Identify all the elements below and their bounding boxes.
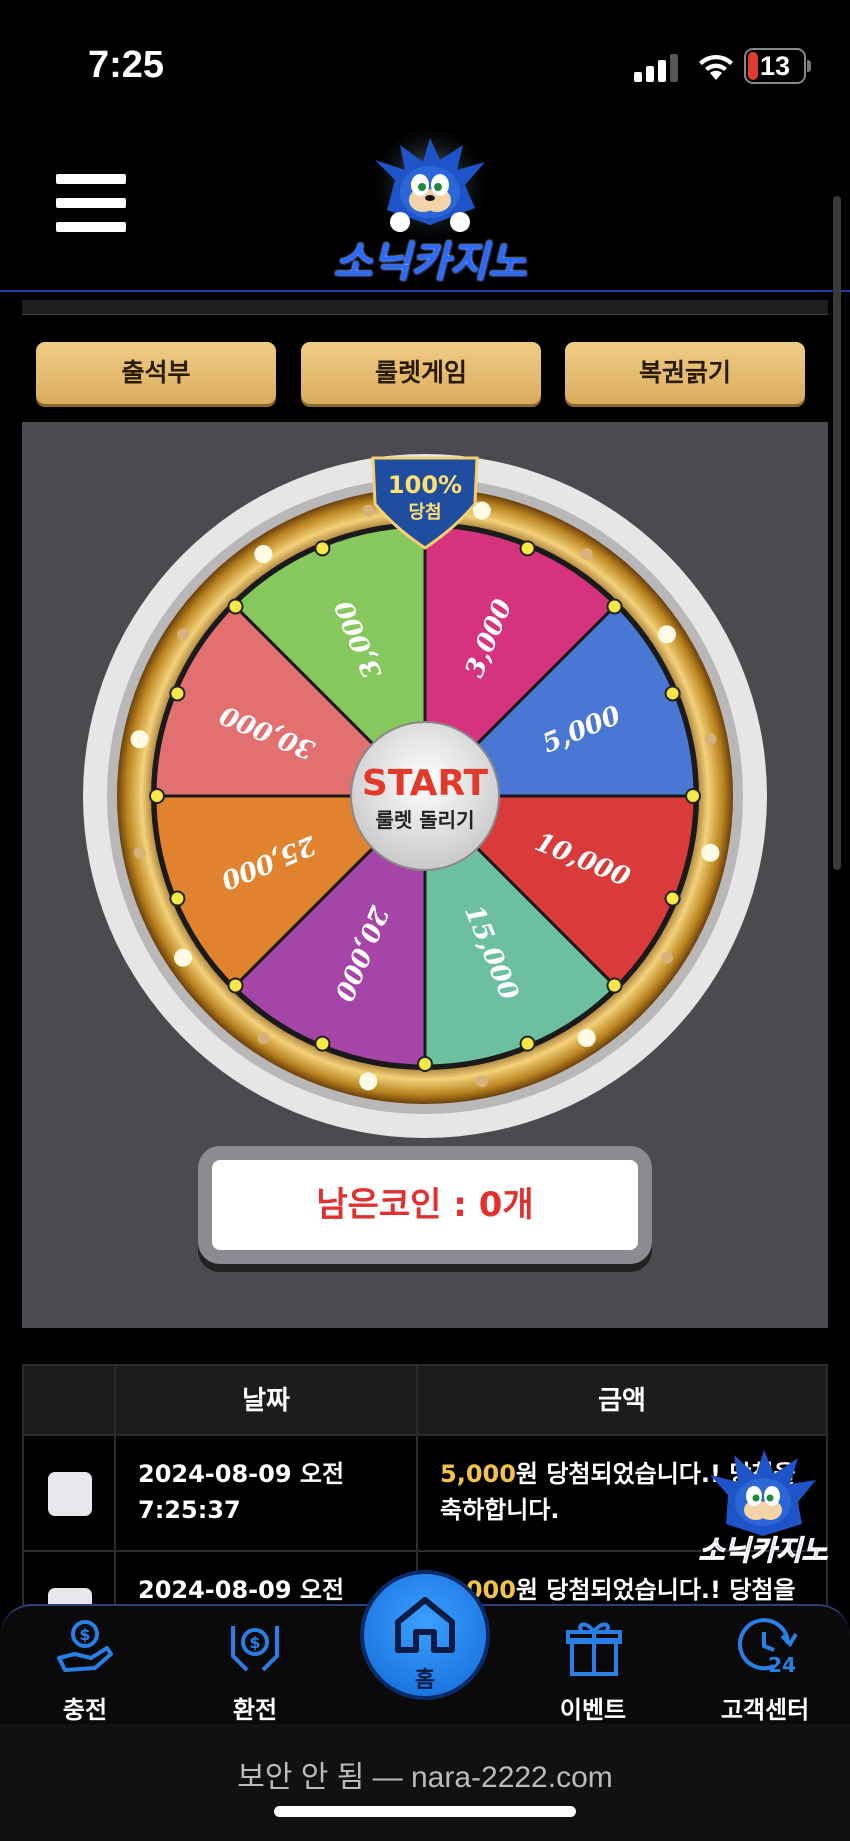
amount-message-2: 축하합니다.	[440, 1496, 560, 1524]
table-row	[22, 1434, 116, 1552]
nav-event-label: 이벤트	[559, 1696, 627, 1724]
badge-percent: 100%	[388, 471, 462, 499]
hand-dollar-icon: $	[57, 1620, 113, 1672]
rim-light	[657, 625, 676, 644]
amount-value: 5,000	[440, 1460, 516, 1488]
wheel-peg	[417, 1056, 433, 1072]
battery-level: 13	[759, 51, 791, 81]
rim-light	[580, 548, 593, 561]
wheel-peg	[169, 685, 186, 702]
wheel-peg	[606, 977, 623, 994]
nav-support[interactable]: 24 고객센터	[700, 1604, 830, 1724]
remaining-coins: 남은코인 : 0개	[212, 1160, 638, 1250]
rim-light	[701, 843, 720, 862]
nav-home-label: 홈	[414, 1668, 436, 1693]
table-header-date: 날짜	[114, 1364, 418, 1436]
cellular-signal-icon	[634, 52, 680, 82]
support-24-icon: 24	[738, 1618, 798, 1677]
wheel-peg	[685, 788, 701, 804]
rim-light	[177, 628, 190, 641]
wheel-peg	[314, 1035, 331, 1052]
logo-text: 소닉카지노	[333, 237, 527, 286]
wheel-peg	[664, 685, 681, 702]
floating-mascot-icon[interactable]: 소닉카지노	[698, 1440, 828, 1570]
scrollbar[interactable]	[833, 196, 841, 870]
svg-text:24: 24	[768, 1653, 796, 1677]
nav-withdraw-label: 환전	[232, 1696, 278, 1724]
table-header-check	[22, 1364, 116, 1436]
wheel-peg	[227, 598, 244, 615]
site-header: 소닉카지노	[0, 128, 850, 292]
browser-url-bar[interactable]: 보안 안 됨 — nara-2222.com	[0, 1724, 850, 1841]
wheel-peg	[169, 890, 186, 907]
hands-dollar-icon: $	[231, 1626, 279, 1672]
rim-light	[254, 545, 273, 564]
rim-light	[174, 948, 193, 967]
rim-light	[704, 733, 717, 746]
wheel-peg	[314, 540, 331, 557]
nav-withdraw[interactable]: $ 환전	[190, 1604, 320, 1724]
nav-deposit-label: 충전	[62, 1696, 108, 1724]
rim-light	[577, 1028, 596, 1047]
floating-logo-text: 소닉카지노	[699, 1534, 828, 1567]
wifi-icon	[699, 54, 733, 80]
table-header-amount: 금액	[416, 1364, 828, 1436]
status-time: 7:25	[88, 44, 165, 86]
badge-win: 당첨	[408, 502, 441, 523]
wheel-peg	[227, 977, 244, 994]
wheel-peg	[606, 598, 623, 615]
svg-text:$: $	[249, 1633, 260, 1652]
nav-home[interactable]: 홈	[360, 1570, 490, 1700]
rim-light	[362, 504, 375, 517]
tab-roulette[interactable]: 룰렛게임	[301, 342, 541, 404]
svg-text:$: $	[79, 1625, 90, 1644]
rim-light	[359, 1072, 378, 1091]
row-date: 2024-08-09 오전 7:25:37	[114, 1434, 418, 1552]
menu-icon[interactable]	[56, 174, 126, 234]
gift-icon	[566, 1622, 622, 1676]
battery-tip	[807, 60, 811, 72]
rim-light	[660, 951, 673, 964]
tab-attendance[interactable]: 출석부	[36, 342, 276, 404]
row-checkbox[interactable]	[48, 1472, 92, 1516]
home-icon	[395, 1597, 455, 1653]
nav-event[interactable]: 이벤트	[528, 1604, 658, 1724]
start-sublabel: 룰렛 돌리기	[376, 808, 475, 832]
rim-light	[130, 730, 149, 749]
wheel-peg	[664, 890, 681, 907]
amount-message: 원 당첨되었습니다.! 당첨을	[515, 1576, 796, 1604]
roulette-wheel[interactable]: 3,0005,00010,00015,00020,00025,00030,000…	[83, 444, 767, 1140]
start-label: START	[362, 763, 489, 804]
url-text: 보안 안 됨 — nara-2222.com	[237, 1761, 613, 1794]
header-divider	[22, 300, 828, 315]
coin-box: 남은코인 : 0개	[198, 1146, 652, 1264]
site-logo[interactable]: 소닉카지노	[315, 128, 545, 290]
wheel-peg	[149, 788, 165, 804]
nav-deposit[interactable]: $ 충전	[20, 1604, 150, 1724]
status-bar: 7:25 13	[0, 0, 850, 130]
battery-icon: 13	[744, 48, 806, 84]
wheel-peg	[519, 540, 536, 557]
rim-light	[257, 1031, 270, 1044]
home-indicator[interactable]	[274, 1806, 576, 1817]
rim-light	[475, 1075, 488, 1088]
rim-light	[133, 846, 146, 859]
nav-support-label: 고객센터	[720, 1696, 810, 1724]
wheel-peg	[519, 1035, 536, 1052]
tab-lottery[interactable]: 복권긁기	[565, 342, 805, 404]
